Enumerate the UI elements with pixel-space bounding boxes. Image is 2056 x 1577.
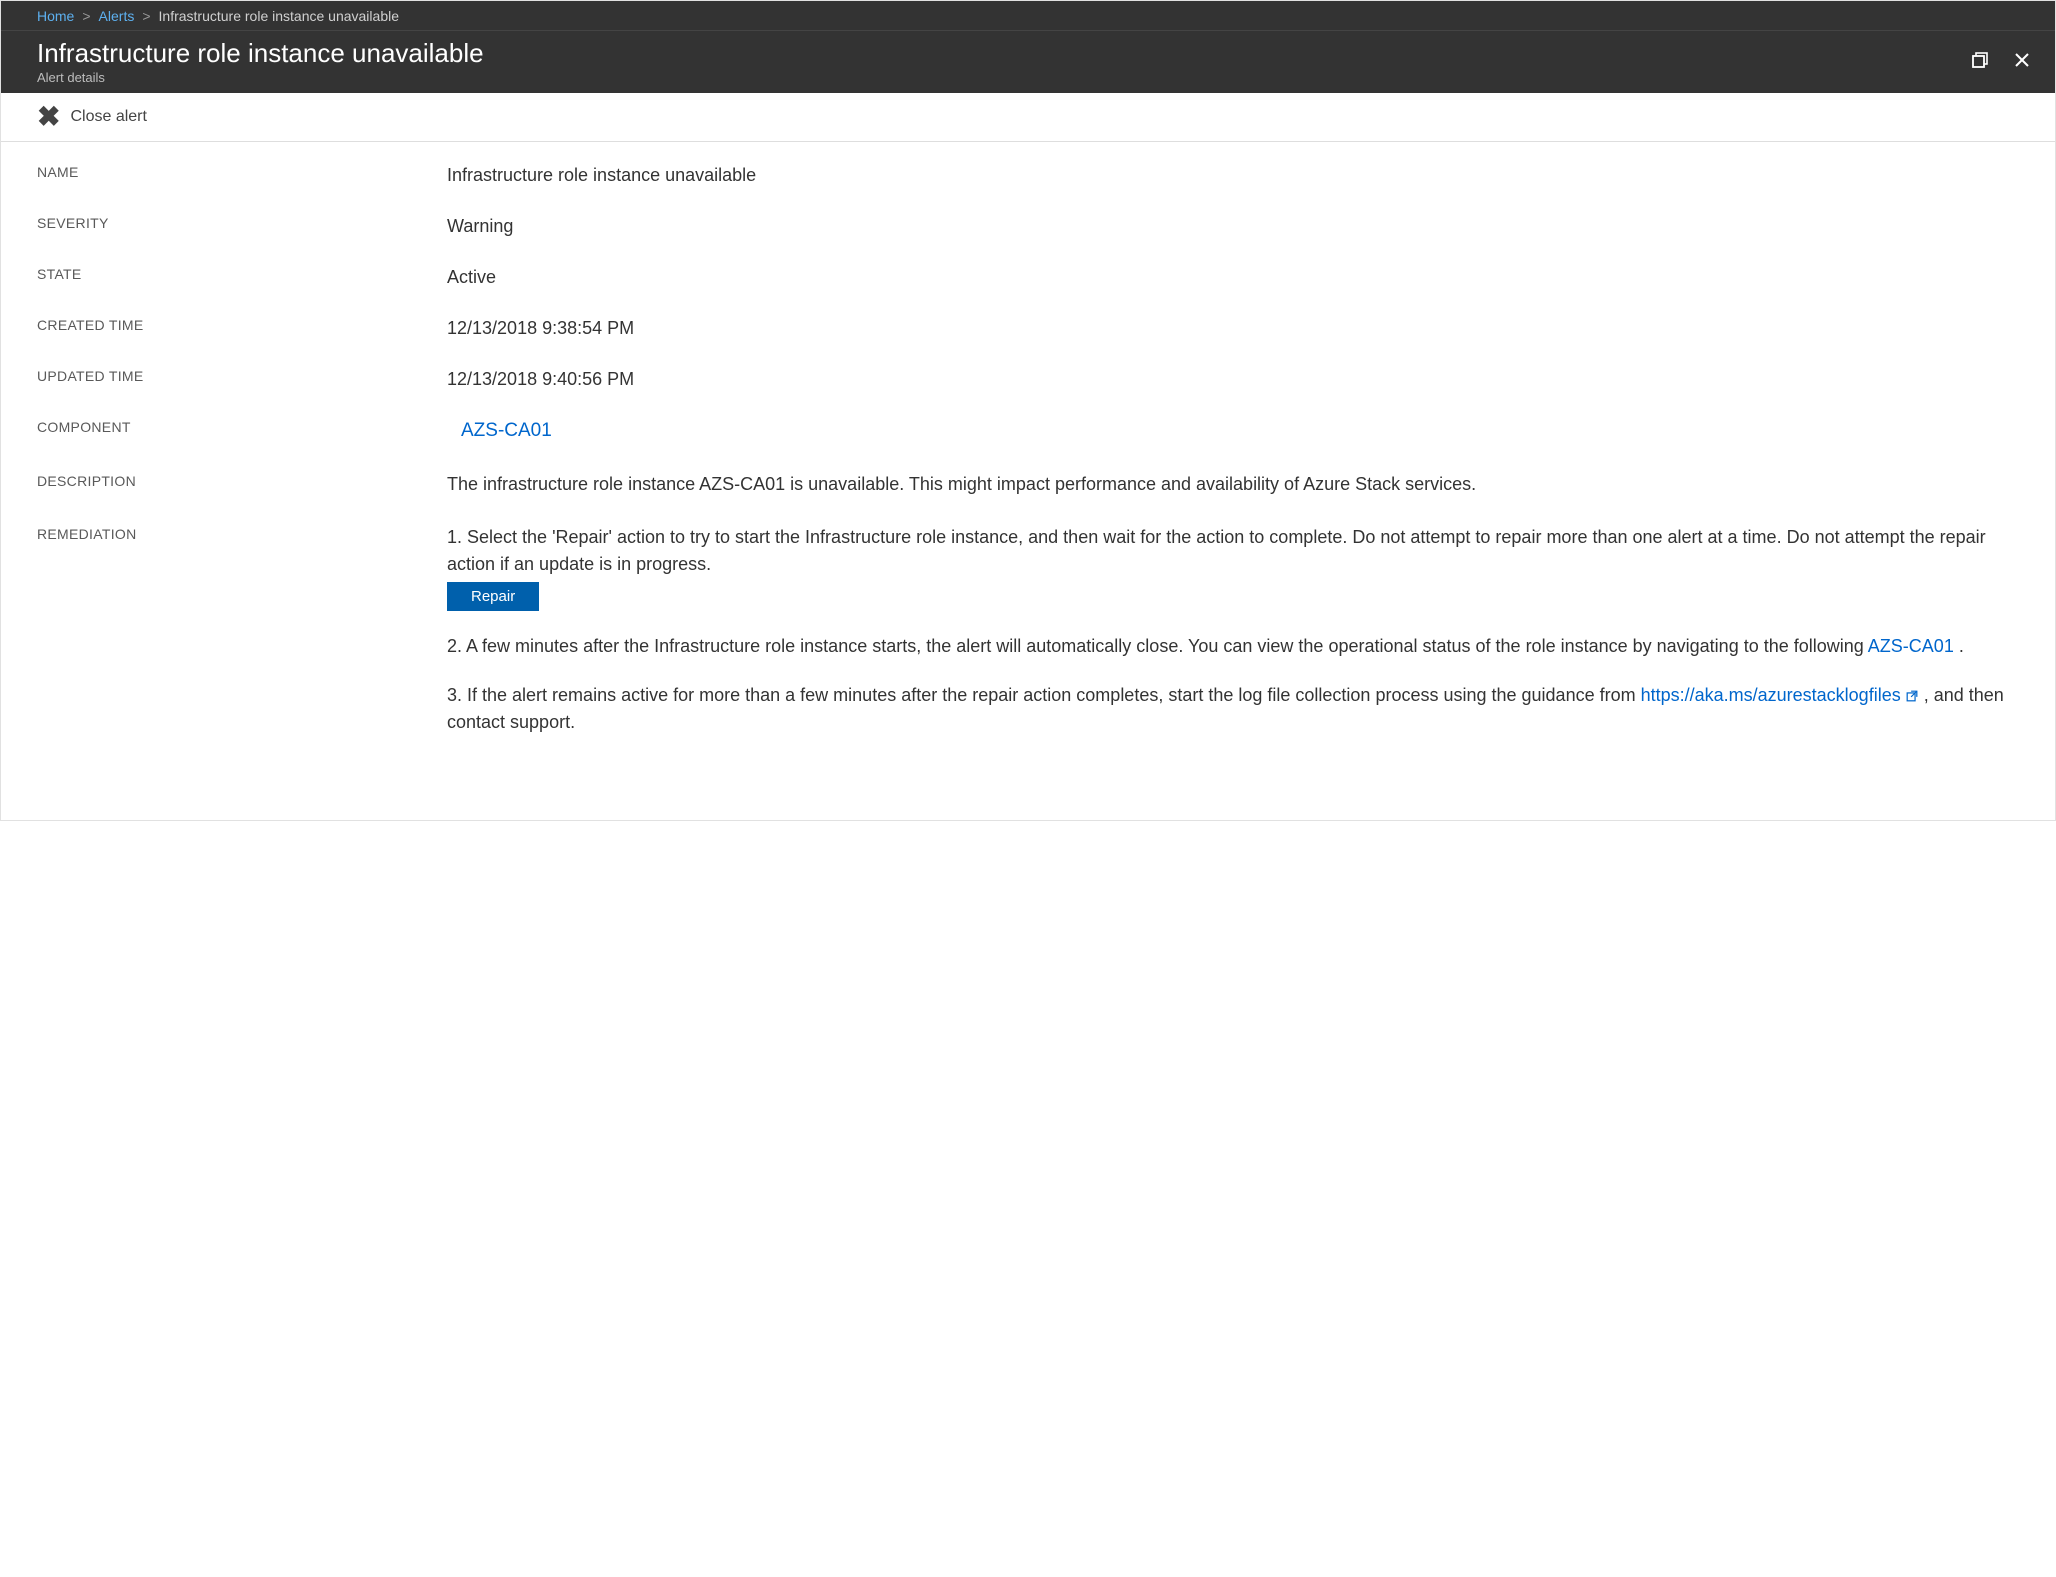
label-created: CREATED TIME <box>37 315 447 333</box>
step2-text-a: 2. A few minutes after the Infrastructur… <box>447 636 1868 656</box>
title-bar: Infrastructure role instance unavailable… <box>1 31 2055 93</box>
breadcrumb-sep: > <box>82 8 90 24</box>
value-description: The infrastructure role instance AZS-CA0… <box>447 471 2019 498</box>
repair-button[interactable]: Repair <box>447 582 539 611</box>
label-updated: UPDATED TIME <box>37 366 447 384</box>
remediation-step-2: 2. A few minutes after the Infrastructur… <box>447 633 2019 660</box>
row-state: STATE Active <box>37 264 2019 291</box>
step1-text: 1. Select the 'Repair' action to try to … <box>447 527 1986 574</box>
role-instance-link[interactable]: AZS-CA01 <box>1868 636 1954 656</box>
label-remediation: REMEDIATION <box>37 524 447 542</box>
label-component: COMPONENT <box>37 417 447 435</box>
page-title: Infrastructure role instance unavailable <box>37 39 484 68</box>
remediation-step-1: 1. Select the 'Repair' action to try to … <box>447 524 2019 611</box>
close-alert-button[interactable]: ✖ Close alert <box>37 103 147 131</box>
blade-container: Home > Alerts > Infrastructure role inst… <box>0 0 2056 821</box>
breadcrumb-alerts[interactable]: Alerts <box>99 8 135 24</box>
value-updated: 12/13/2018 9:40:56 PM <box>447 366 2019 393</box>
value-name: Infrastructure role instance unavailable <box>447 162 2019 189</box>
row-description: DESCRIPTION The infrastructure role inst… <box>37 471 2019 498</box>
title-group: Infrastructure role instance unavailable… <box>37 39 484 85</box>
label-description: DESCRIPTION <box>37 471 447 489</box>
row-remediation: REMEDIATION 1. Select the 'Repair' actio… <box>37 524 2019 758</box>
row-created: CREATED TIME 12/13/2018 9:38:54 PM <box>37 315 2019 342</box>
label-name: NAME <box>37 162 447 180</box>
close-icon[interactable] <box>2013 51 2031 73</box>
breadcrumb-current: Infrastructure role instance unavailable <box>159 8 399 24</box>
step2-text-b: . <box>1954 636 1964 656</box>
row-updated: UPDATED TIME 12/13/2018 9:40:56 PM <box>37 366 2019 393</box>
breadcrumb: Home > Alerts > Infrastructure role inst… <box>1 1 2055 31</box>
toolbar: ✖ Close alert <box>1 93 2055 142</box>
value-severity: Warning <box>447 213 2019 240</box>
row-component: COMPONENT AZS-CA01 <box>37 417 2019 446</box>
label-state: STATE <box>37 264 447 282</box>
label-severity: SEVERITY <box>37 213 447 231</box>
value-created: 12/13/2018 9:38:54 PM <box>447 315 2019 342</box>
breadcrumb-sep: > <box>142 8 150 24</box>
page-subtitle: Alert details <box>37 70 484 85</box>
row-severity: SEVERITY Warning <box>37 213 2019 240</box>
breadcrumb-home[interactable]: Home <box>37 8 74 24</box>
value-state: Active <box>447 264 2019 291</box>
row-name: NAME Infrastructure role instance unavai… <box>37 162 2019 189</box>
remediation-step-3: 3. If the alert remains active for more … <box>447 682 2019 736</box>
logfiles-link[interactable]: https://aka.ms/azurestacklogfiles <box>1641 685 1919 705</box>
component-link[interactable]: AZS-CA01 <box>461 420 552 441</box>
details-panel: NAME Infrastructure role instance unavai… <box>1 142 2055 821</box>
x-icon: ✖ <box>37 103 60 131</box>
external-link-icon <box>1905 689 1919 703</box>
close-alert-label: Close alert <box>70 108 146 126</box>
value-remediation: 1. Select the 'Repair' action to try to … <box>447 524 2019 758</box>
title-actions <box>1971 51 2035 73</box>
step3-text-a: 3. If the alert remains active for more … <box>447 685 1641 705</box>
restore-icon[interactable] <box>1971 51 1989 73</box>
